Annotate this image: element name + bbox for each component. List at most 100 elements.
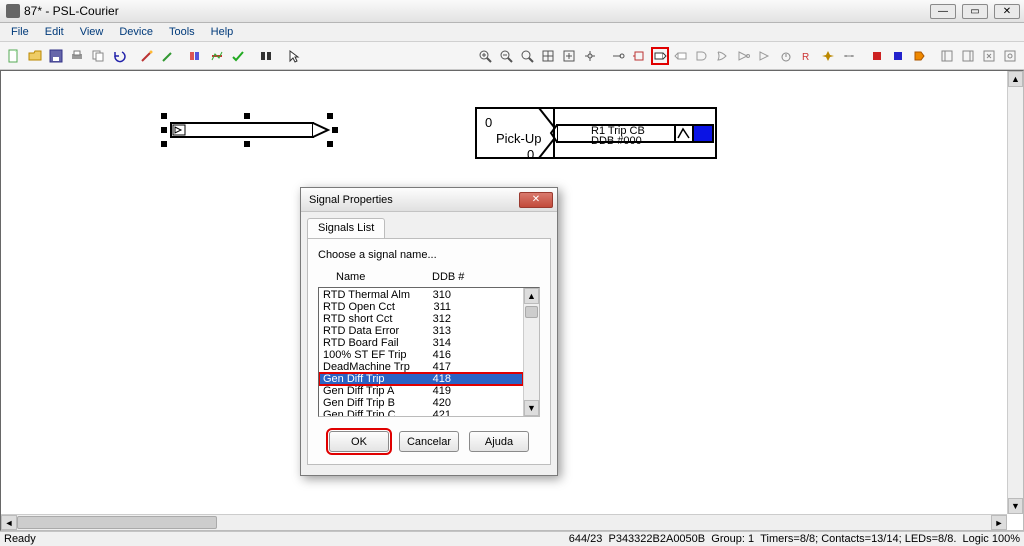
dialog-title-bar[interactable]: Signal Properties ✕ <box>301 188 557 212</box>
scroll-left-icon[interactable]: ◄ <box>1 515 17 530</box>
undo-button[interactable] <box>110 47 128 65</box>
save-button[interactable] <box>47 47 65 65</box>
menu-tools[interactable]: Tools <box>162 24 202 40</box>
t3-button[interactable] <box>980 47 998 65</box>
red-block-icon[interactable] <box>868 47 886 65</box>
status-bar: Ready 644/23 P343322B2A0050B Group: 1 Ti… <box>0 531 1024 546</box>
close-button[interactable]: ✕ <box>994 4 1020 19</box>
signal-row[interactable]: Gen Diff Trip C421 <box>319 409 523 416</box>
menu-bar: File Edit View Device Tools Help <box>0 23 1024 42</box>
pan-button[interactable] <box>581 47 599 65</box>
signal-block-button[interactable] <box>651 47 669 65</box>
help-button[interactable]: Ajuda <box>469 431 529 452</box>
ok-button[interactable]: OK <box>329 431 389 452</box>
gate-or-button[interactable] <box>714 47 732 65</box>
menu-help[interactable]: Help <box>204 24 241 40</box>
t1-button[interactable] <box>938 47 956 65</box>
spark2-button[interactable] <box>840 47 858 65</box>
status-model: P343322B2A0050B <box>608 533 705 545</box>
signal-row[interactable]: RTD short Cct312 <box>319 313 523 325</box>
menu-device[interactable]: Device <box>112 24 160 40</box>
gate-xor-button[interactable] <box>756 47 774 65</box>
dialog-close-button[interactable]: ✕ <box>519 192 553 208</box>
hscroll-thumb[interactable] <box>17 516 217 529</box>
svg-text:R: R <box>802 52 809 63</box>
zoom-1-button[interactable] <box>518 47 536 65</box>
orange-block-icon[interactable] <box>910 47 928 65</box>
anchor-right-button[interactable] <box>630 47 648 65</box>
find-button[interactable] <box>257 47 275 65</box>
dialog-title: Signal Properties <box>309 194 393 206</box>
minimize-button[interactable]: — <box>930 4 956 19</box>
gate-not-button[interactable] <box>735 47 753 65</box>
tab-signals-list[interactable]: Signals List <box>307 218 385 238</box>
t2-button[interactable] <box>959 47 977 65</box>
list-headers: Name DDB # <box>318 271 540 287</box>
print-button[interactable] <box>68 47 86 65</box>
menu-edit[interactable]: Edit <box>38 24 71 40</box>
spark1-button[interactable] <box>819 47 837 65</box>
signal-row[interactable]: RTD Board Fail314 <box>319 337 523 349</box>
signal-row[interactable]: RTD Open Cct311 <box>319 301 523 313</box>
new-button[interactable] <box>5 47 23 65</box>
pickup-top-value: 0 <box>485 115 492 130</box>
selected-signal-block[interactable] <box>163 115 338 145</box>
scroll-down-icon[interactable]: ▼ <box>1008 498 1023 514</box>
signal-left-button[interactable] <box>672 47 690 65</box>
signal-list[interactable]: RTD Thermal Alm310RTD Open Cct311RTD sho… <box>318 287 540 417</box>
wand2-button[interactable] <box>159 47 177 65</box>
horizontal-scrollbar[interactable]: ◄ ► <box>1 514 1007 530</box>
maximize-button[interactable]: ▭ <box>962 4 988 19</box>
anchor-left-button[interactable] <box>609 47 627 65</box>
signal-row[interactable]: 100% ST EF Trip416 <box>319 349 523 361</box>
t4-button[interactable] <box>1001 47 1019 65</box>
check-button[interactable] <box>229 47 247 65</box>
cfg1-button[interactable] <box>187 47 205 65</box>
status-logic: Logic 100% <box>963 533 1021 545</box>
vertical-scrollbar[interactable]: ▲ ▼ <box>1007 71 1023 514</box>
scroll-up-icon[interactable]: ▲ <box>1008 71 1023 87</box>
cfg2-button[interactable] <box>208 47 226 65</box>
signal-text-line2: DDB #000 <box>591 135 642 147</box>
menu-view[interactable]: View <box>73 24 111 40</box>
status-group: Group: 1 <box>711 533 754 545</box>
app-icon <box>6 4 20 18</box>
window-title: 87* - PSL-Courier <box>24 4 930 18</box>
gate-and-button[interactable] <box>693 47 711 65</box>
signal-properties-dialog: Signal Properties ✕ Signals List Choose … <box>300 187 558 476</box>
scroll-right-icon[interactable]: ► <box>991 515 1007 530</box>
signal-row[interactable]: Gen Diff Trip B420 <box>319 397 523 409</box>
open-button[interactable] <box>26 47 44 65</box>
signal-row[interactable]: RTD Data Error313 <box>319 325 523 337</box>
list-scroll-thumb[interactable] <box>525 306 538 318</box>
choose-signal-label: Choose a signal name... <box>318 249 540 261</box>
col-name: Name <box>336 271 432 283</box>
select-cursor-button[interactable] <box>285 47 303 65</box>
list-scroll-up-icon[interactable]: ▲ <box>524 288 539 304</box>
status-ready: Ready <box>4 533 36 545</box>
text-button[interactable]: R <box>798 47 816 65</box>
signal-row[interactable]: RTD Thermal Alm310 <box>319 289 523 301</box>
signal-row[interactable]: Gen Diff Trip418 <box>319 373 523 385</box>
timer-icon[interactable] <box>777 47 795 65</box>
status-timers: Timers=8/8; Contacts=13/14; LEDs=8/8. <box>760 533 956 545</box>
col-ddb: DDB # <box>432 271 464 283</box>
pickup-bottom-value: 0 <box>527 147 534 162</box>
signal-row[interactable]: Gen Diff Trip A419 <box>319 385 523 397</box>
zoom-out-button[interactable] <box>497 47 515 65</box>
grid-button[interactable] <box>539 47 557 65</box>
window-controls: — ▭ ✕ <box>930 4 1020 19</box>
copy-button[interactable] <box>89 47 107 65</box>
signal-row[interactable]: DeadMachine Trp417 <box>319 361 523 373</box>
status-coords: 644/23 <box>569 533 603 545</box>
wand-button[interactable] <box>138 47 156 65</box>
fit-button[interactable] <box>560 47 578 65</box>
blue-block-icon[interactable] <box>889 47 907 65</box>
pickup-label: Pick-Up <box>496 131 542 146</box>
list-scroll-down-icon[interactable]: ▼ <box>524 400 539 416</box>
toolbar: R <box>0 42 1024 70</box>
menu-file[interactable]: File <box>4 24 36 40</box>
cancel-button[interactable]: Cancelar <box>399 431 459 452</box>
list-scrollbar[interactable]: ▲ ▼ <box>523 288 539 416</box>
zoom-in-button[interactable] <box>476 47 494 65</box>
